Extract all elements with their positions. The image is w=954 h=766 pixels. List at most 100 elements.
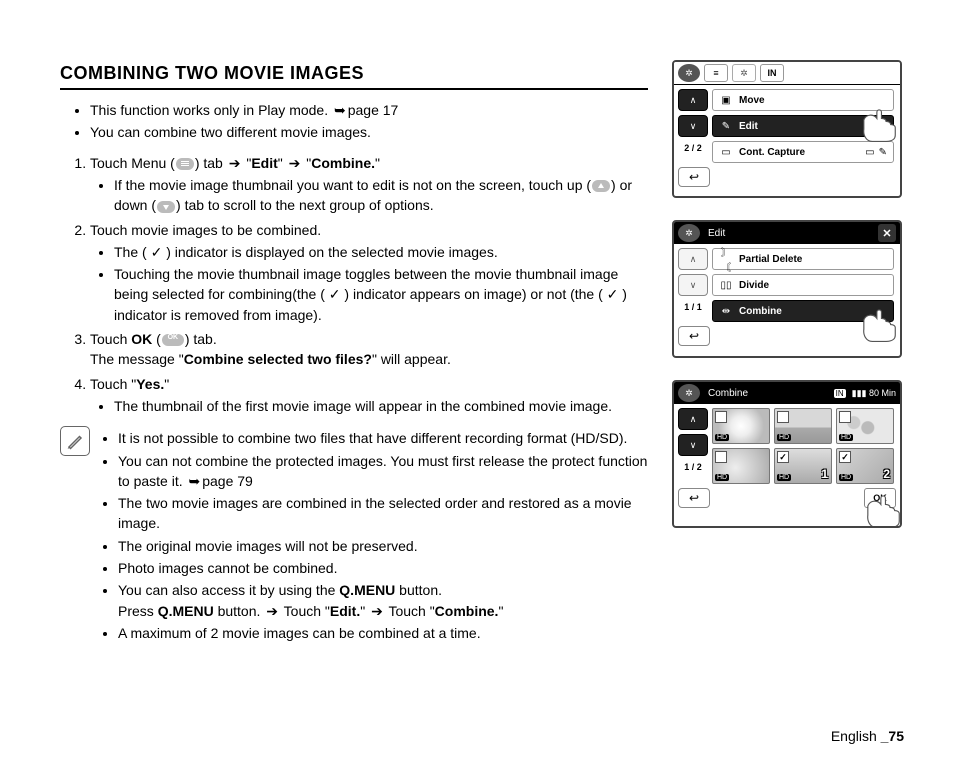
page-title: COMBINING TWO MOVIE IMAGES xyxy=(60,60,648,90)
movie-thumbnail[interactable]: HD xyxy=(712,448,770,484)
menu-item-move[interactable]: ▣ Move xyxy=(712,89,894,111)
film-icon: ✲ xyxy=(678,224,700,242)
text: " xyxy=(302,155,311,171)
note-item: You can also access it by using the Q.ME… xyxy=(118,580,648,621)
text: button. xyxy=(214,603,265,619)
scroll-up-button[interactable]: ∧ xyxy=(678,408,708,430)
menu-tab[interactable]: ≡ xyxy=(704,64,728,82)
text: Touch " xyxy=(90,376,136,392)
screen-topbar: ✲ ≡ ✲ IN xyxy=(674,62,900,85)
select-checkbox[interactable] xyxy=(715,451,727,463)
scroll-up-button[interactable]: ∧ xyxy=(678,89,708,111)
arrow-icon: ➥ xyxy=(188,471,200,491)
text: " xyxy=(164,376,169,392)
movie-thumbnail[interactable]: HD xyxy=(836,408,894,444)
edit-label: Edit xyxy=(251,155,277,171)
screen-topbar: ✲ Combine IN ▮▮▮ 80 Min xyxy=(674,382,900,404)
select-checkbox[interactable]: ✓ xyxy=(777,451,789,463)
scroll-down-button[interactable]: ∨ xyxy=(678,274,708,296)
close-button[interactable]: ✕ xyxy=(878,224,896,242)
combine-label: Combine. xyxy=(311,155,375,171)
arrow-icon: ➥ xyxy=(334,100,346,120)
film-icon: ✲ xyxy=(678,384,700,402)
back-button[interactable]: ↩ xyxy=(678,326,710,346)
hd-badge: HD xyxy=(777,474,791,481)
storage-indicator: IN xyxy=(834,389,846,398)
text: Press xyxy=(118,603,158,619)
ok-button[interactable]: OK xyxy=(864,488,896,508)
settings-tab[interactable]: ✲ xyxy=(732,64,756,82)
scroll-up-button[interactable]: ∧ xyxy=(678,248,708,270)
qmenu-label: Q.MENU xyxy=(339,582,395,598)
text: This function works only in Play mode. xyxy=(90,102,332,118)
menu-label: Partial Delete xyxy=(739,254,802,265)
movie-thumbnail[interactable]: HD xyxy=(774,408,832,444)
menu-item-edit[interactable]: ✎ Edit xyxy=(712,115,894,137)
text: " will appear. xyxy=(372,351,451,367)
text: page 17 xyxy=(348,102,399,118)
arrow-icon: ➔ xyxy=(229,153,241,173)
film-icon[interactable]: ✲ xyxy=(678,64,700,82)
text: The ( xyxy=(114,244,151,260)
step-2-sub: Touching the movie thumbnail image toggl… xyxy=(114,264,648,325)
check-icon: ✓ xyxy=(607,286,619,302)
text: " xyxy=(242,155,251,171)
movie-thumbnail[interactable]: ✓ HD 1 xyxy=(774,448,832,484)
scroll-down-button[interactable]: ∨ xyxy=(678,434,708,456)
hd-badge: HD xyxy=(839,434,853,441)
arrow-icon: ➔ xyxy=(371,601,383,621)
text: " xyxy=(278,155,287,171)
step-1-sub: If the movie image thumbnail you want to… xyxy=(114,175,648,216)
back-button[interactable]: ↩ xyxy=(678,488,710,508)
text: Touch xyxy=(90,331,131,347)
text: ) tab. xyxy=(185,331,217,347)
step-2-sub: The ( ✓ ) indicator is displayed on the … xyxy=(114,242,648,262)
select-checkbox[interactable]: ✓ xyxy=(839,451,851,463)
note-icon xyxy=(60,426,90,456)
text: Touch movie images to be combined. xyxy=(90,222,321,238)
note-item: Photo images cannot be combined. xyxy=(118,558,648,578)
note-item: A maximum of 2 movie images can be combi… xyxy=(118,623,648,643)
text: " xyxy=(375,155,380,171)
ok-icon xyxy=(162,334,184,346)
back-button[interactable]: ↩ xyxy=(678,167,710,187)
row-indicators: ▭✎ xyxy=(865,147,887,158)
combine-label: Combine. xyxy=(435,603,499,619)
arrow-icon: ➔ xyxy=(266,601,278,621)
scroll-down-button[interactable]: ∨ xyxy=(678,115,708,137)
menu-label: Move xyxy=(739,95,765,106)
battery-text: 80 Min xyxy=(869,388,896,398)
page-counter: 2 / 2 xyxy=(678,143,708,153)
select-checkbox[interactable] xyxy=(777,411,789,423)
page-counter: 1 / 2 xyxy=(678,462,708,472)
steps-list: Touch Menu () tab ➔ "Edit" ➔ "Combine." … xyxy=(60,153,648,417)
menu-icon xyxy=(176,158,194,170)
step-2: Touch movie images to be combined. The (… xyxy=(90,220,648,325)
step-3: Touch OK () tab. The message "Combine se… xyxy=(90,329,648,370)
note-item: You can not combine the protected images… xyxy=(118,451,648,492)
qmenu-label: Q.MENU xyxy=(158,603,214,619)
step-1: Touch Menu () tab ➔ "Edit" ➔ "Combine." … xyxy=(90,153,648,216)
yes-label: Yes. xyxy=(136,376,164,392)
order-number: 1 xyxy=(821,467,828,481)
menu-item-partial-delete[interactable]: 〙〘 Partial Delete xyxy=(712,248,894,270)
partial-delete-icon: 〙〘 xyxy=(719,244,733,274)
menu-item-combine[interactable]: ⇹ Combine xyxy=(712,300,894,322)
screenshot-combine: ✲ Combine IN ▮▮▮ 80 Min ∧ ∨ 1 / 2 HD xyxy=(672,380,902,528)
footer-page-number: _75 xyxy=(881,728,904,744)
text: ) tab xyxy=(195,155,227,171)
screenshot-menu: ✲ ≡ ✲ IN ∧ ∨ 2 / 2 ▣ Move ✎ xyxy=(672,60,902,198)
step-4: Touch "Yes." The thumbnail of the first … xyxy=(90,374,648,417)
movie-thumbnail[interactable]: HD xyxy=(712,408,770,444)
select-checkbox[interactable] xyxy=(715,411,727,423)
screen-topbar: ✲ Edit ✕ xyxy=(674,222,900,244)
hd-badge: HD xyxy=(777,434,791,441)
select-checkbox[interactable] xyxy=(839,411,851,423)
movie-thumbnail[interactable]: ✓ HD 2 xyxy=(836,448,894,484)
menu-item-divide[interactable]: ▯▯ Divide xyxy=(712,274,894,296)
step-4-sub: The thumbnail of the first movie image w… xyxy=(114,396,648,416)
menu-item-cont-capture[interactable]: ▭ Cont. Capture ▭✎ xyxy=(712,141,894,163)
screen-title: Combine xyxy=(708,388,748,399)
text: ) indicator is displayed on the selected… xyxy=(162,244,497,260)
menu-label: Divide xyxy=(739,280,769,291)
